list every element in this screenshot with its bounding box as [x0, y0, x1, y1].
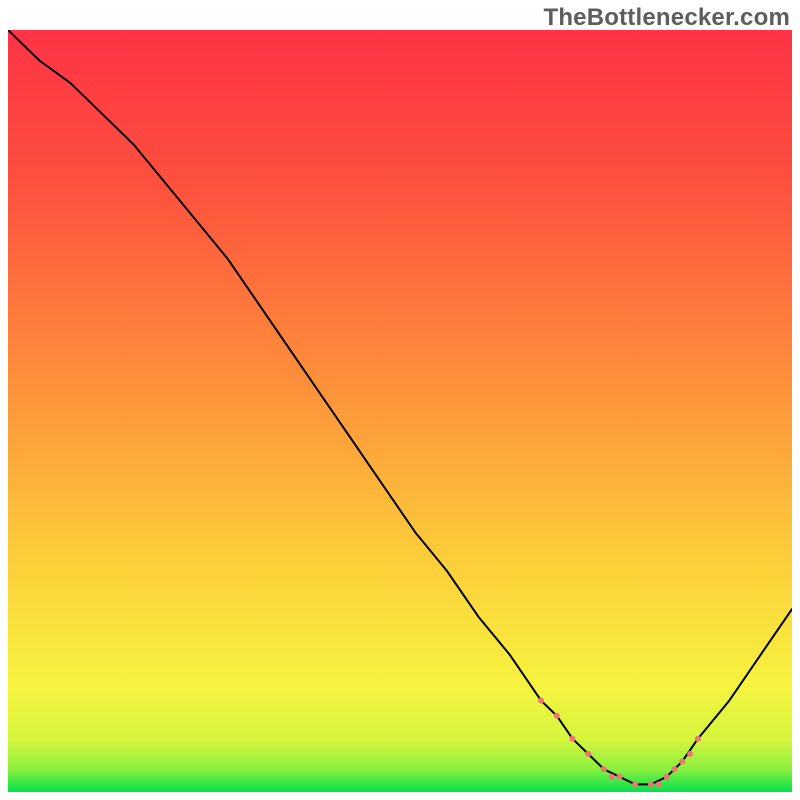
optimal-band-marker-dot [695, 736, 701, 742]
gradient-background [8, 30, 792, 792]
optimal-band-marker-dot [648, 781, 654, 787]
optimal-band-marker-dot [554, 713, 560, 719]
optimal-band-marker-dot [656, 781, 662, 787]
optimal-band-marker-dot [664, 774, 670, 780]
optimal-band-marker-dot [538, 698, 544, 704]
optimal-band-marker-dot [671, 766, 677, 772]
optimal-band-marker-dot [570, 736, 576, 742]
chart-canvas: TheBottlenecker.com [0, 0, 800, 800]
optimal-band-marker-dot [687, 751, 693, 757]
watermark-label: TheBottlenecker.com [543, 4, 790, 32]
bottleneck-chart [8, 30, 792, 792]
optimal-band-marker-dot [617, 774, 623, 780]
optimal-band-marker-dot [679, 759, 685, 765]
optimal-band-marker-dot [632, 781, 638, 787]
plot-area [8, 30, 792, 792]
optimal-band-marker-dot [585, 751, 591, 757]
optimal-band-marker-dot [609, 774, 615, 780]
optimal-band-marker-dot [601, 766, 607, 772]
